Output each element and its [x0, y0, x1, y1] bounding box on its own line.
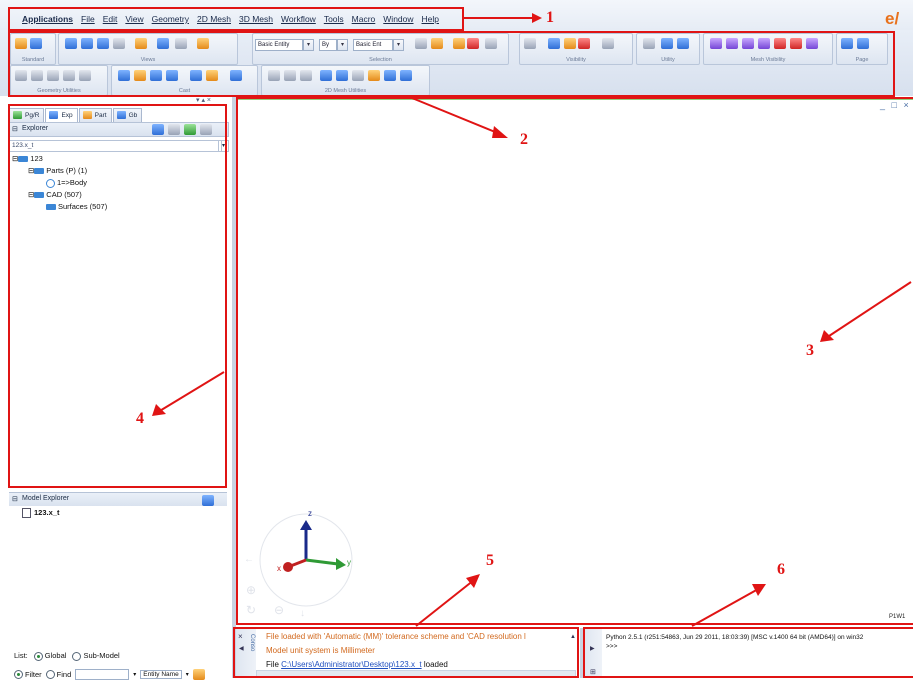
annotation-arrow-4 [152, 371, 225, 416]
annotation-arrow-1 [464, 13, 542, 23]
annotation-label-1: 1 [546, 9, 554, 26]
annotation-label-6: 6 [777, 561, 785, 578]
panel-dock-controls[interactable]: ▾ ▴ × [196, 96, 211, 104]
collapse-icon[interactable]: ⊟ [12, 495, 18, 503]
model-item[interactable]: 123.x_t [22, 508, 60, 519]
file-icon [22, 508, 31, 519]
radio-label: Filter [25, 669, 42, 679]
annotation-label-5: 5 [486, 552, 494, 569]
annotation-label-3: 3 [806, 342, 814, 359]
model-item-label: 123.x_t [34, 508, 60, 517]
annotation-box-2 [8, 31, 895, 97]
find-go-icon[interactable] [192, 669, 205, 680]
annotation-box-4 [8, 104, 227, 488]
annotation-box-6 [583, 627, 913, 678]
radio-sub-model[interactable]: Sub-Model [72, 651, 120, 661]
find-dropdown[interactable]: ▾ [133, 671, 136, 678]
radio-off-icon [72, 651, 82, 661]
radio-global[interactable]: Global [33, 651, 67, 661]
radio-label: Find [56, 669, 72, 679]
annotation-box-5 [233, 627, 579, 678]
annotation-arrow-5 [415, 574, 480, 627]
annotation-box-1 [8, 7, 464, 31]
model-explorer-title: Model Explorer [22, 495, 70, 502]
annotation-arrow-3 [820, 281, 912, 342]
brand-logo-icon: e/ [885, 9, 900, 28]
annotation-label-4: 4 [136, 410, 144, 427]
radio-label: Global [44, 651, 67, 660]
find-input[interactable] [75, 669, 130, 680]
entity-name-dropdown[interactable]: ▾ [186, 671, 189, 678]
radio-on-icon [33, 651, 43, 661]
annotation-arrow-6 [691, 584, 766, 627]
radio-label: Sub-Model [83, 651, 120, 660]
list-label: List: [14, 651, 28, 661]
filter-find-row: Filter Find ▾ Entity Name ▾ [14, 669, 205, 680]
list-scope-row: List: Global Sub-Model [14, 651, 120, 661]
model-explorer-menu-icon[interactable] [202, 495, 214, 506]
annotation-box-3 [236, 97, 913, 625]
